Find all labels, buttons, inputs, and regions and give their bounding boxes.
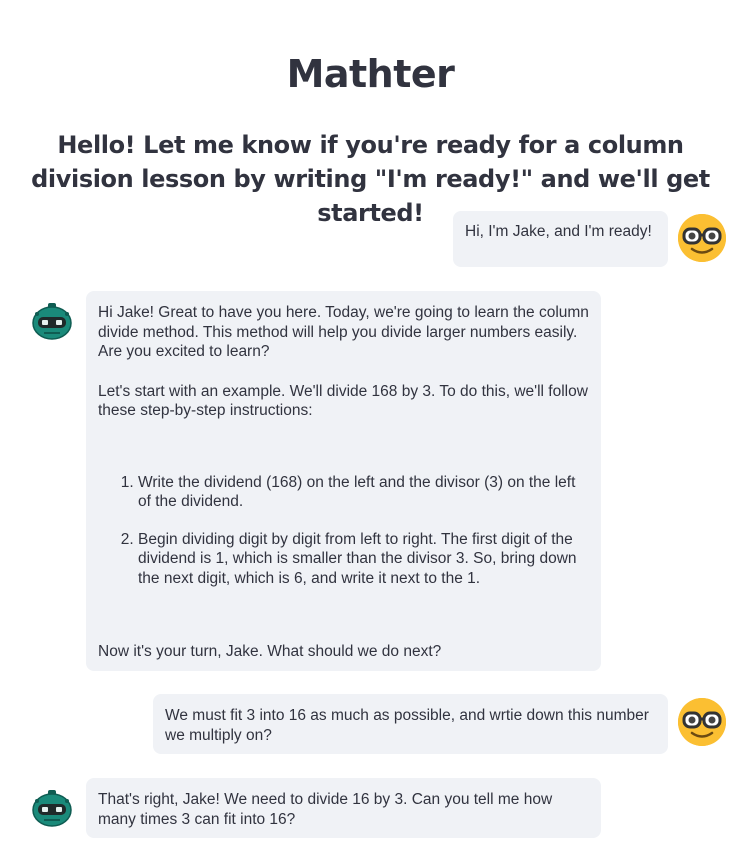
user-message-text: We must fit 3 into 16 as much as possibl… (165, 707, 649, 744)
page-title: Mathter (286, 52, 455, 96)
user-avatar (678, 698, 726, 746)
user-message-bubble: Hi, I'm Jake, and I'm ready! (453, 211, 668, 267)
user-message-text: Hi, I'm Jake, and I'm ready! (465, 223, 652, 240)
nerd-face-icon (678, 698, 726, 746)
assistant-message-paragraph: Now it's your turn, Jake. What should we… (98, 643, 442, 660)
assistant-message-paragraph: Hi Jake! Great to have you here. Today, … (98, 304, 589, 360)
robot-icon (32, 790, 72, 827)
user-message-bubble: We must fit 3 into 16 as much as possibl… (153, 694, 668, 754)
assistant-avatar (31, 787, 73, 829)
nerd-face-icon (678, 214, 726, 262)
assistant-message-bubble: That's right, Jake! We need to divide 16… (86, 778, 601, 838)
step-item: Write the dividend (168) on the left and… (138, 473, 589, 512)
user-avatar (678, 214, 726, 262)
assistant-message-bubble: Hi Jake! Great to have you here. Today, … (86, 291, 601, 671)
assistant-avatar (31, 300, 73, 342)
step-list: Write the dividend (168) on the left and… (98, 473, 589, 589)
step-item: Begin dividing digit by digit from left … (138, 530, 589, 589)
assistant-message-paragraph: Let's start with an example. We'll divid… (98, 382, 588, 420)
assistant-message-text: That's right, Jake! We need to divide 16… (98, 791, 553, 828)
robot-icon (32, 303, 72, 340)
